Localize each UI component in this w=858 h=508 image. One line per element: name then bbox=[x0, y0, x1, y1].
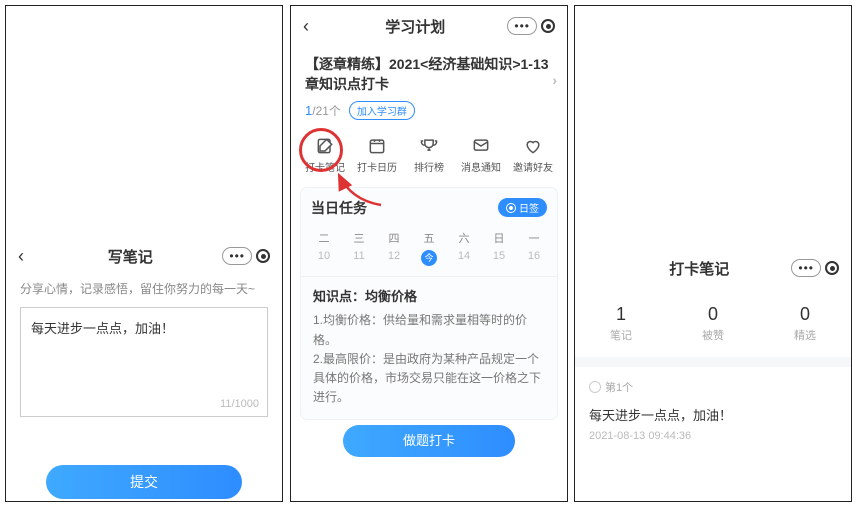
plan-title-row[interactable]: 【逐章精练】2021<经济基础知识>1-13章知识点打卡 › bbox=[291, 46, 567, 95]
tool-label: 打卡日历 bbox=[353, 159, 401, 174]
daily-sign-badge[interactable]: 日签 bbox=[498, 198, 547, 217]
stat-liked[interactable]: 0 被赞 bbox=[667, 304, 759, 343]
submit-button[interactable]: 提交 bbox=[46, 465, 242, 499]
page-title: 学习计划 bbox=[323, 16, 507, 37]
tool-rank[interactable]: 排行榜 bbox=[405, 136, 453, 174]
note-icon bbox=[315, 136, 335, 156]
day-item[interactable]: 二10 bbox=[311, 230, 337, 266]
page-title: 写笔记 bbox=[38, 246, 222, 267]
header: ‹ 学习计划 ••• bbox=[291, 6, 567, 46]
calendar-icon bbox=[367, 136, 387, 156]
tool-message[interactable]: 消息通知 bbox=[457, 136, 505, 174]
knowledge-block: 知识点：均衡价格 1.均衡价格：供给量和需求量相等时的价格。 2.最高限价：是由… bbox=[301, 277, 557, 420]
tool-label: 排行榜 bbox=[405, 159, 453, 174]
textarea-value: 每天进步一点点，加油！ bbox=[31, 321, 174, 336]
capsule: ••• bbox=[507, 17, 555, 35]
day-item[interactable]: 日15 bbox=[486, 230, 512, 266]
tool-label: 邀请好友 bbox=[509, 159, 557, 174]
header: 打卡笔记 ••• bbox=[575, 248, 851, 288]
capsule-more[interactable]: ••• bbox=[507, 17, 537, 35]
tool-note[interactable]: 打卡笔记 bbox=[301, 136, 349, 174]
write-note-panel: ‹ 写笔记 ••• 分享心情，记录感悟，留住你努力的每一天~ 每天进步一点点，加… bbox=[5, 5, 283, 502]
chevron-right-icon: › bbox=[552, 70, 557, 90]
note-index-tag: 第1个 bbox=[589, 379, 837, 395]
stat-featured[interactable]: 0 精选 bbox=[759, 304, 851, 343]
day-item[interactable]: 六14 bbox=[451, 230, 477, 266]
capsule: ••• bbox=[222, 247, 270, 265]
note-text: 每天进步一点点，加油！ bbox=[589, 405, 837, 424]
capsule: ••• bbox=[791, 259, 839, 277]
tool-calendar[interactable]: 打卡日历 bbox=[353, 136, 401, 174]
day-item[interactable]: 三11 bbox=[346, 230, 372, 266]
more-icon: ••• bbox=[798, 261, 814, 275]
back-button[interactable]: ‹ bbox=[18, 246, 38, 267]
capsule-close[interactable] bbox=[256, 249, 270, 263]
plan-progress: 1/21个 加入学习群 bbox=[291, 95, 567, 126]
day-item-today[interactable]: 五今 bbox=[416, 230, 442, 266]
back-button[interactable]: ‹ bbox=[303, 16, 323, 37]
capsule-more[interactable]: ••• bbox=[791, 259, 821, 277]
tool-invite[interactable]: 邀请好友 bbox=[509, 136, 557, 174]
subtitle: 分享心情，记录感悟，留住你努力的每一天~ bbox=[6, 276, 282, 307]
note-textarea[interactable]: 每天进步一点点，加油！ 11/1000 bbox=[20, 307, 268, 417]
capsule-close[interactable] bbox=[541, 19, 555, 33]
stats-row: 1 笔记 0 被赞 0 精选 bbox=[575, 288, 851, 367]
today-title: 当日任务 bbox=[311, 198, 367, 218]
note-time: 2021-08-13 09:44:36 bbox=[589, 430, 837, 442]
char-count: 11/1000 bbox=[220, 398, 259, 410]
more-icon: ••• bbox=[229, 249, 245, 263]
capsule-close[interactable] bbox=[825, 261, 839, 275]
today-card: 当日任务 日签 二10 三11 四12 五今 六14 日15 一16 知识点：均… bbox=[301, 188, 557, 420]
stat-notes[interactable]: 1 笔记 bbox=[575, 304, 667, 343]
tool-label: 打卡笔记 bbox=[301, 159, 349, 174]
heart-icon bbox=[523, 136, 543, 156]
do-quiz-button[interactable]: 做题打卡 bbox=[343, 425, 515, 457]
knowledge-line: 2.最高限价：是由政府为某种产品规定一个具体的价格，市场交易只能在这一价格之下进… bbox=[313, 350, 545, 408]
header: ‹ 写笔记 ••• bbox=[6, 236, 282, 276]
plan-title: 【逐章精练】2021<经济基础知识>1-13章知识点打卡 bbox=[305, 56, 549, 92]
calendar-strip: 二10 三11 四12 五今 六14 日15 一16 bbox=[301, 224, 557, 277]
knowledge-title: 知识点：均衡价格 bbox=[313, 287, 545, 308]
day-item[interactable]: 一16 bbox=[521, 230, 547, 266]
more-icon: ••• bbox=[514, 19, 530, 33]
tool-row: 打卡笔记 打卡日历 排行榜 消息通知 邀请好友 bbox=[291, 126, 567, 182]
progress-total: /21个 bbox=[312, 104, 341, 118]
tool-label: 消息通知 bbox=[457, 159, 505, 174]
join-group-button[interactable]: 加入学习群 bbox=[349, 101, 415, 120]
message-icon bbox=[471, 136, 491, 156]
trophy-icon bbox=[419, 136, 439, 156]
knowledge-line: 1.均衡价格：供给量和需求量相等时的价格。 bbox=[313, 311, 545, 349]
note-item[interactable]: 第1个 每天进步一点点，加油！ 2021-08-13 09:44:36 bbox=[575, 367, 851, 442]
note-list-panel: 打卡笔记 ••• 1 笔记 0 被赞 0 精选 第1个 每天进步一点点，加油！ … bbox=[574, 5, 852, 502]
day-item[interactable]: 四12 bbox=[381, 230, 407, 266]
capsule-more[interactable]: ••• bbox=[222, 247, 252, 265]
page-title: 打卡笔记 bbox=[607, 258, 791, 279]
study-plan-panel: ‹ 学习计划 ••• 【逐章精练】2021<经济基础知识>1-13章知识点打卡 … bbox=[290, 5, 568, 502]
